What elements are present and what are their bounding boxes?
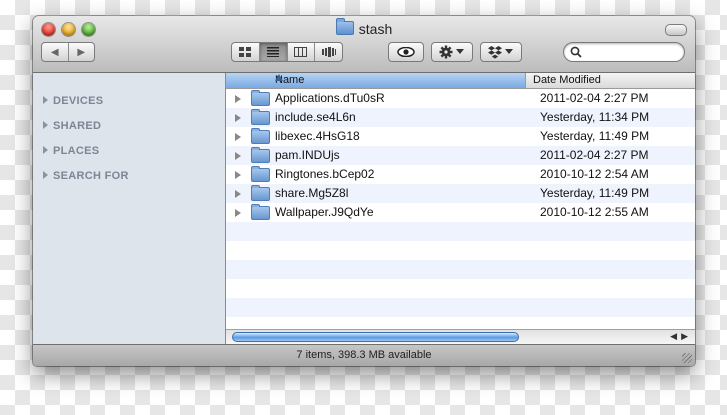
disclosure-triangle-icon [43, 96, 48, 104]
list-item[interactable]: include.se4L6n Yesterday, 11:34 PM [226, 108, 695, 127]
sidebar-section-label: SEARCH FOR [53, 170, 129, 182]
column-view-button[interactable] [286, 43, 315, 61]
date-modified: 2010-10-12 2:55 AM [540, 205, 649, 219]
disclosure-triangle-icon [43, 146, 48, 154]
folder-icon [251, 166, 270, 182]
column-header-name[interactable]: Name [226, 73, 526, 88]
file-name: include.se4L6n [275, 110, 356, 124]
coverflow-view-icon [321, 47, 336, 57]
coverflow-view-button[interactable] [314, 43, 342, 61]
file-list: Name Date Modified Applications.dTu0sR 2… [226, 73, 695, 344]
scroll-arrows[interactable]: ◀▶ [670, 331, 692, 342]
gear-icon [439, 45, 453, 59]
disclosure-triangle-icon[interactable] [235, 95, 241, 103]
date-modified: Yesterday, 11:49 PM [540, 129, 650, 143]
back-button[interactable]: ◀ [42, 43, 68, 61]
sidebar-section-devices[interactable]: DEVICES [43, 95, 103, 107]
sidebar-section-label: PLACES [53, 145, 100, 157]
empty-row [226, 279, 695, 298]
disclosure-triangle-icon[interactable] [235, 133, 241, 141]
list-item[interactable]: Ringtones.bCep02 2010-10-12 2:54 AM [226, 165, 695, 184]
disclosure-triangle-icon[interactable] [235, 171, 241, 179]
file-name: Applications.dTu0sR [275, 91, 385, 105]
file-name: Wallpaper.J9QdYe [275, 205, 374, 219]
list-rows: Applications.dTu0sR 2011-02-04 2:27 PM i… [226, 89, 695, 336]
search-field[interactable] [563, 42, 685, 62]
toolbar: stash ◀ ▶ [33, 16, 695, 73]
disclosure-triangle-icon[interactable] [235, 190, 241, 198]
disclosure-triangle-icon[interactable] [235, 209, 241, 217]
sidebar-section-shared[interactable]: SHARED [43, 120, 101, 132]
list-header: Name Date Modified [226, 73, 695, 89]
folder-icon [335, 18, 354, 35]
column-header-date-modified[interactable]: Date Modified [533, 74, 601, 86]
file-name: pam.INDUjs [275, 148, 340, 162]
icon-view-icon [239, 47, 252, 57]
quick-look-button[interactable] [388, 42, 424, 62]
resize-grip-icon[interactable] [682, 353, 692, 363]
date-modified: Yesterday, 11:49 PM [540, 186, 650, 200]
disclosure-triangle-icon [43, 171, 48, 179]
folder-icon [251, 109, 270, 125]
empty-row [226, 222, 695, 241]
horizontal-scrollbar[interactable]: ◀▶ [226, 329, 695, 344]
empty-row [226, 260, 695, 279]
empty-row [226, 241, 695, 260]
eye-icon [397, 47, 415, 57]
search-icon [570, 46, 582, 58]
empty-row [226, 298, 695, 317]
icon-view-button[interactable] [232, 43, 259, 61]
sort-ascending-icon [275, 74, 283, 81]
list-item[interactable]: share.Mg5Z8l Yesterday, 11:49 PM [226, 184, 695, 203]
list-view-button[interactable] [258, 43, 287, 61]
list-item[interactable]: Wallpaper.J9QdYe 2010-10-12 2:55 AM [226, 203, 695, 222]
dropbox-icon [488, 45, 502, 59]
sidebar-section-label: DEVICES [53, 95, 104, 107]
disclosure-triangle-icon[interactable] [235, 152, 241, 160]
search-input[interactable] [586, 45, 684, 61]
sidebar-section-label: SHARED [53, 120, 102, 132]
disclosure-triangle-icon[interactable] [235, 114, 241, 122]
date-modified: 2011-02-04 2:27 PM [540, 91, 649, 105]
list-item[interactable]: Applications.dTu0sR 2011-02-04 2:27 PM [226, 89, 695, 108]
forward-button[interactable]: ▶ [67, 43, 95, 61]
date-modified: 2011-02-04 2:27 PM [540, 148, 649, 162]
sidebar-section-search-for[interactable]: SEARCH FOR [43, 170, 129, 182]
disclosure-triangle-icon [43, 121, 48, 129]
date-modified: 2010-10-12 2:54 AM [540, 167, 649, 181]
list-view-icon [267, 47, 280, 57]
folder-icon [251, 204, 270, 220]
window-title: stash [33, 18, 695, 37]
list-item[interactable]: pam.INDUjs 2011-02-04 2:27 PM [226, 146, 695, 165]
folder-icon [251, 128, 270, 144]
status-text: 7 items, 398.3 MB available [296, 349, 432, 361]
chevron-down-icon [505, 49, 513, 54]
dropbox-menu-button[interactable] [480, 42, 522, 62]
window-title-text: stash [358, 21, 393, 37]
date-modified: Yesterday, 11:34 PM [540, 110, 650, 124]
folder-icon [251, 90, 270, 106]
sidebar-section-places[interactable]: PLACES [43, 145, 99, 157]
toolbar-toggle-button[interactable] [665, 24, 687, 36]
chevron-down-icon [456, 49, 464, 54]
column-view-icon [294, 47, 308, 57]
action-menu-button[interactable] [431, 42, 473, 62]
navigation-buttons: ◀ ▶ [41, 42, 95, 62]
finder-window: stash ◀ ▶ DEVICES SHARED PLACES SEARCH F… [33, 16, 695, 366]
folder-icon [251, 185, 270, 201]
file-name: share.Mg5Z8l [275, 186, 349, 200]
scrollbar-thumb[interactable] [232, 332, 519, 342]
file-name: libexec.4HsG18 [275, 129, 360, 143]
sidebar: DEVICES SHARED PLACES SEARCH FOR [33, 73, 226, 344]
view-mode-buttons [231, 42, 343, 62]
list-item[interactable]: libexec.4HsG18 Yesterday, 11:49 PM [226, 127, 695, 146]
status-bar: 7 items, 398.3 MB available [33, 344, 695, 366]
folder-icon [251, 147, 270, 163]
file-name: Ringtones.bCep02 [275, 167, 375, 181]
